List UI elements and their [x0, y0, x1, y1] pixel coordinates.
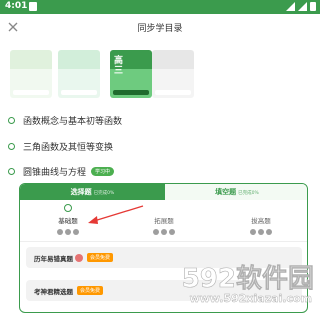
status-time: 4:01 [5, 1, 28, 11]
level-icon [169, 229, 175, 235]
wifi-icon [286, 2, 295, 11]
book-strip [113, 90, 149, 95]
level-indicator-icon [64, 204, 72, 212]
level-icon [266, 229, 272, 235]
member-free-badge: 会员免费 [87, 253, 114, 262]
hot-icon [75, 253, 83, 262]
book-strip [13, 90, 49, 95]
tab-progress: 已完成0% [238, 191, 259, 196]
set-label: 考神君精选题 [34, 287, 73, 296]
level-star-icons [38, 229, 98, 235]
level-advanced[interactable]: 拔高题 [231, 204, 291, 235]
book-top [152, 50, 194, 70]
level-icon [161, 229, 167, 235]
level-icon [57, 229, 63, 235]
notification-icon [29, 2, 37, 11]
battery-icon [310, 2, 316, 11]
tab-label: 选择题 [70, 188, 92, 196]
level-icon [258, 229, 264, 235]
chapter-status-badge: 学习中 [91, 166, 115, 176]
status-bar: 4:01 [0, 0, 320, 14]
level-icon [250, 229, 256, 235]
chapter-label: 函数概念与基本初等函数 [23, 116, 123, 127]
chapter-dot-icon [8, 167, 15, 175]
watermark-logo: 592软件园 [181, 264, 314, 295]
book-carousel[interactable]: 高 三 [0, 50, 320, 100]
level-indicator-icon [160, 204, 168, 212]
book-cover[interactable] [152, 50, 194, 98]
watermark-url: www.592xiazai.com [189, 292, 312, 305]
member-free-badge: 会员免费 [77, 286, 104, 295]
chapter-item[interactable]: 三角函数及其恒等变换 [8, 139, 113, 153]
chapter-label: 三角函数及其恒等变换 [23, 142, 114, 153]
chapter-dot-icon [8, 116, 15, 124]
tab-choice[interactable]: 选择题 已完成0% [20, 184, 165, 200]
chapter-dot-icon [8, 142, 15, 150]
book-cover-selected[interactable]: 高 三 [110, 50, 152, 98]
book-strip [155, 90, 191, 95]
level-indicator-icon [257, 204, 265, 212]
set-label: 历年易错真题 [34, 254, 73, 263]
chapter-item[interactable]: 函数概念与基本初等函数 [8, 113, 122, 127]
chapter-item-active[interactable]: 圆锥曲线与方程 学习中 [8, 164, 115, 178]
page-title: 同步学目录 [137, 24, 183, 34]
level-icon [65, 229, 71, 235]
annotation-arrow-icon [88, 205, 144, 224]
status-icons [286, 2, 316, 11]
tab-label: 填空题 [215, 188, 237, 196]
book-cover[interactable] [10, 50, 52, 98]
level-star-icons [231, 229, 291, 235]
book-cover[interactable] [58, 50, 100, 98]
level-star-icons [134, 229, 194, 235]
level-icon [73, 229, 79, 235]
divider [20, 241, 307, 242]
book-strip [61, 90, 97, 95]
level-label: 拔高题 [251, 217, 271, 225]
tab-fill-blank[interactable]: 填空题 已完成0% [165, 184, 307, 200]
book-top [10, 50, 52, 70]
level-icon [153, 229, 159, 235]
signal-icon [298, 2, 307, 11]
chapter-label: 圆锥曲线与方程 [23, 167, 87, 178]
book-title: 高 三 [114, 56, 124, 76]
book-top [58, 50, 100, 70]
tab-progress: 已完成0% [93, 191, 115, 196]
